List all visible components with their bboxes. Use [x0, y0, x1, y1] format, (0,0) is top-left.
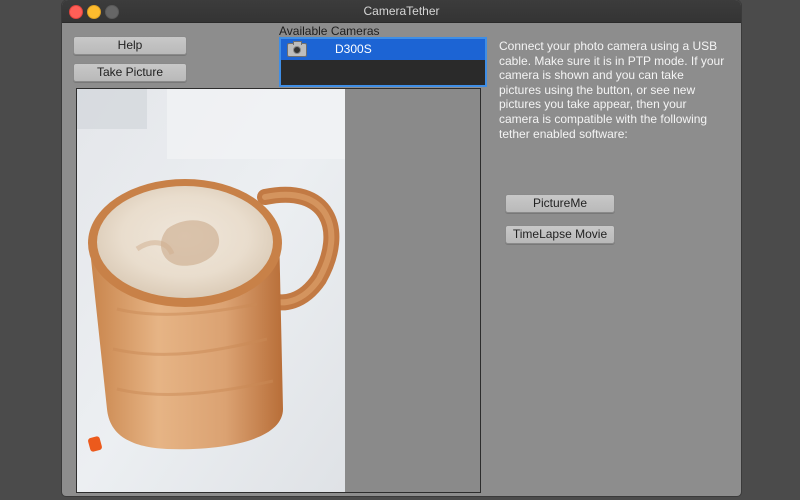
help-button[interactable]: Help — [73, 36, 187, 55]
photo-preview — [76, 88, 481, 493]
pictureme-button[interactable]: PictureMe — [505, 194, 615, 213]
instructions-text: Connect your photo camera using a USB ca… — [499, 39, 725, 141]
camera-name: D300S — [335, 42, 372, 56]
camera-list-item[interactable]: D300S — [281, 39, 485, 60]
camera-tether-window: CameraTether Help Take Picture Available… — [62, 0, 741, 496]
camera-icon — [287, 41, 307, 57]
camera-list[interactable]: D300S — [279, 37, 487, 87]
title-bar[interactable]: CameraTether — [62, 0, 741, 23]
window-title: CameraTether — [363, 4, 440, 18]
coffee-mug-photo — [77, 89, 345, 492]
timelapse-movie-button[interactable]: TimeLapse Movie — [505, 225, 615, 244]
take-picture-button[interactable]: Take Picture — [73, 63, 187, 82]
available-cameras-label: Available Cameras — [279, 24, 380, 38]
